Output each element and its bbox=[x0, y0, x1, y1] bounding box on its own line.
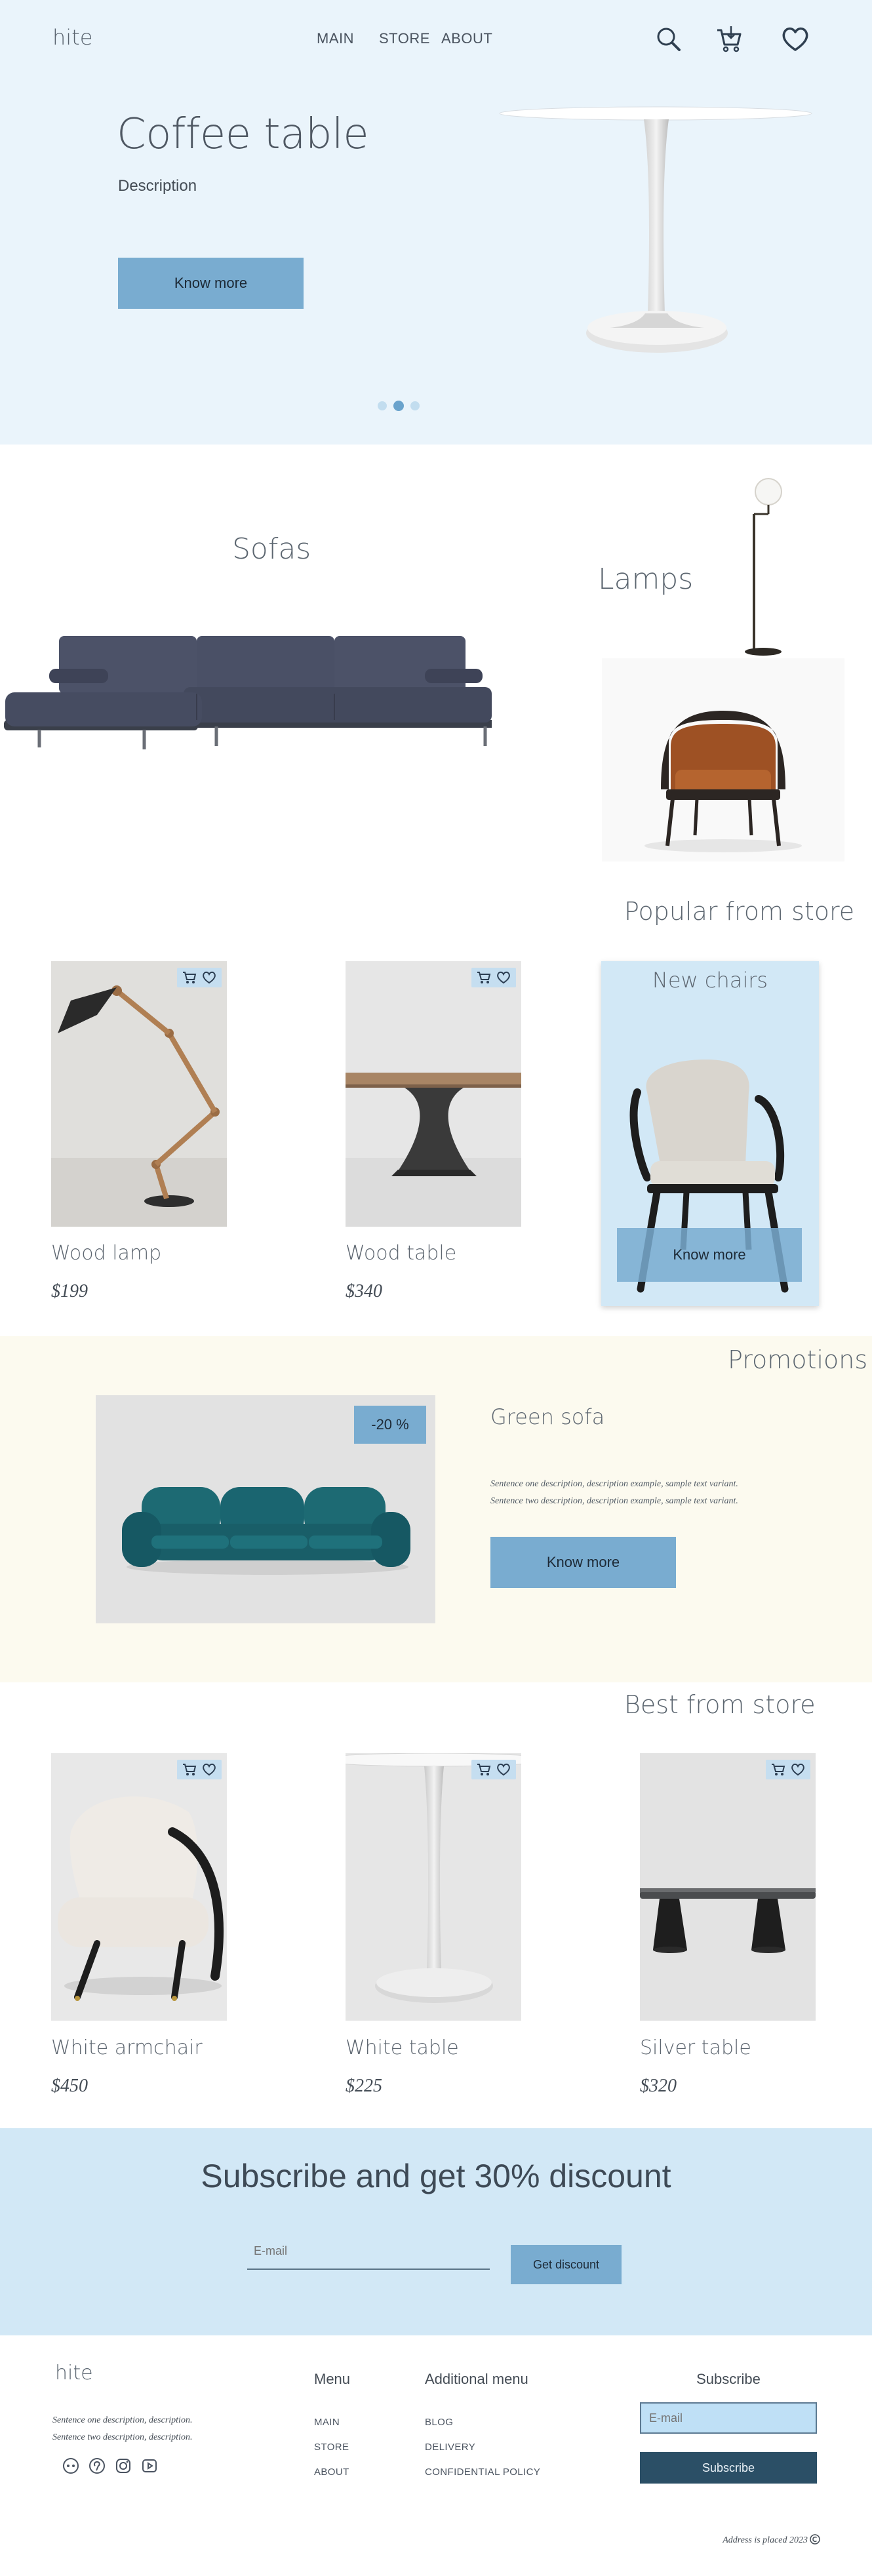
new-chairs-title: New chairs bbox=[652, 968, 768, 993]
hero-section: hite MAIN STORE ABOUT Coffee table Descr… bbox=[0, 0, 872, 445]
product-card-wood-table[interactable] bbox=[346, 961, 521, 1227]
sofa-image[interactable] bbox=[0, 622, 498, 753]
cart-icon[interactable] bbox=[715, 24, 743, 54]
heart-icon[interactable] bbox=[780, 25, 810, 54]
product-price-wood-lamp: $199 bbox=[51, 1281, 88, 1301]
hero-title: Coffee table bbox=[117, 110, 369, 159]
hero-subtitle: Description bbox=[118, 177, 197, 195]
slider-dot-2-active[interactable] bbox=[393, 401, 404, 411]
footer-address-text: Address is placed 2023 bbox=[723, 2535, 808, 2545]
discount-badge: -20 % bbox=[354, 1406, 426, 1444]
footer-menu-store[interactable]: STORE bbox=[314, 2442, 349, 2453]
footer-menu-main[interactable]: MAIN bbox=[314, 2417, 340, 2428]
best-section: Best from store White armchair $450 Whit… bbox=[0, 1682, 872, 2128]
footer-link-confidential-policy[interactable]: CONFIDENTIAL POLICY bbox=[425, 2467, 540, 2478]
product-price-white-table: $225 bbox=[346, 2076, 382, 2096]
promotions-heading: Promotions bbox=[728, 1345, 868, 1374]
promo-know-more-button[interactable]: Know more bbox=[490, 1537, 676, 1588]
slider-dot-3[interactable] bbox=[410, 401, 420, 410]
floor-lamp-image[interactable] bbox=[740, 477, 792, 661]
new-chairs-know-more-button[interactable]: Know more bbox=[617, 1228, 802, 1282]
footer-description-2: Sentence two description, description. bbox=[52, 2432, 193, 2442]
product-price-white-armchair: $450 bbox=[51, 2076, 88, 2096]
add-to-cart-icon[interactable] bbox=[476, 970, 492, 985]
footer-logo[interactable]: hite bbox=[55, 2362, 93, 2385]
footer: hite Sentence one description, descripti… bbox=[0, 2335, 872, 2576]
footer-menu-about[interactable]: ABOUT bbox=[314, 2467, 349, 2478]
favorite-icon[interactable] bbox=[790, 1762, 806, 1777]
product-name-wood-lamp[interactable]: Wood lamp bbox=[51, 1242, 161, 1265]
card-actions bbox=[177, 968, 222, 987]
product-price-wood-table: $340 bbox=[346, 1281, 382, 1301]
footer-menu-title: Menu bbox=[314, 2371, 351, 2387]
add-to-cart-icon[interactable] bbox=[476, 1762, 492, 1777]
hero-know-more-button[interactable]: Know more bbox=[118, 258, 304, 309]
card-actions bbox=[471, 1760, 516, 1779]
footer-subscribe-title: Subscribe bbox=[696, 2371, 761, 2387]
nav-link-store[interactable]: STORE bbox=[379, 30, 430, 47]
footer-address: Address is placed 2023 bbox=[723, 2533, 821, 2548]
footer-link-delivery[interactable]: DELIVERY bbox=[425, 2442, 475, 2453]
subscribe-section: Subscribe and get 30% discount Get disco… bbox=[0, 2128, 872, 2335]
favorite-icon[interactable] bbox=[496, 1762, 511, 1777]
subscribe-title: Subscribe and get 30% discount bbox=[201, 2158, 671, 2194]
get-discount-button[interactable]: Get discount bbox=[511, 2245, 622, 2284]
favorite-icon[interactable] bbox=[201, 970, 217, 985]
promo-description-line-2: Sentence two description, description ex… bbox=[490, 1496, 738, 1506]
social-circle-icon[interactable] bbox=[62, 2457, 79, 2477]
card-actions bbox=[177, 1760, 222, 1779]
promo-product-image[interactable]: -20 % bbox=[96, 1395, 435, 1623]
product-name-white-armchair[interactable]: White armchair bbox=[51, 2036, 203, 2059]
pinterest-icon[interactable] bbox=[89, 2457, 106, 2477]
card-actions bbox=[471, 968, 516, 987]
product-price-silver-table: $320 bbox=[640, 2076, 677, 2096]
nav-link-about[interactable]: ABOUT bbox=[441, 30, 492, 47]
add-to-cart-icon[interactable] bbox=[182, 1762, 197, 1777]
youtube-icon[interactable] bbox=[141, 2457, 158, 2477]
product-card-white-armchair[interactable] bbox=[51, 1753, 227, 2021]
footer-email-input[interactable] bbox=[640, 2402, 817, 2434]
footer-subscribe-button[interactable]: Subscribe bbox=[640, 2452, 817, 2484]
instagram-icon[interactable] bbox=[115, 2457, 132, 2477]
footer-additional-title: Additional menu bbox=[425, 2371, 528, 2387]
footer-description-1: Sentence one description, description. bbox=[52, 2415, 193, 2425]
search-icon[interactable] bbox=[654, 25, 683, 54]
nav-link-main[interactable]: MAIN bbox=[317, 30, 354, 47]
promotions-section: Promotions -20 % Green sofa Sentence one… bbox=[0, 1336, 872, 1682]
logo[interactable]: hite bbox=[52, 25, 92, 50]
product-card-silver-table[interactable] bbox=[640, 1753, 816, 2021]
slider-dots bbox=[378, 401, 420, 411]
promo-product-name[interactable]: Green sofa bbox=[490, 1404, 604, 1429]
category-sofas-title[interactable]: Sofas bbox=[232, 532, 311, 566]
product-card-wood-lamp[interactable] bbox=[51, 961, 227, 1227]
product-name-wood-table[interactable]: Wood table bbox=[346, 1242, 456, 1265]
product-name-white-table[interactable]: White table bbox=[346, 2036, 459, 2059]
categories-section: Sofas Lamps bbox=[0, 445, 872, 890]
popular-section: Popular from store Wood lamp $199 Wood t… bbox=[0, 890, 872, 1336]
favorite-icon[interactable] bbox=[201, 1762, 217, 1777]
category-lamps-title[interactable]: Lamps bbox=[598, 563, 693, 596]
footer-link-blog[interactable]: BLOG bbox=[425, 2417, 453, 2428]
hero-coffee-table-image bbox=[498, 105, 865, 367]
favorite-icon[interactable] bbox=[496, 970, 511, 985]
copyright-icon bbox=[809, 2533, 821, 2548]
subscribe-email-input[interactable] bbox=[247, 2233, 490, 2270]
product-card-white-table[interactable] bbox=[346, 1753, 521, 2021]
best-heading: Best from store bbox=[624, 1690, 816, 1719]
new-chairs-card[interactable]: New chairs Know more bbox=[601, 961, 819, 1306]
card-actions bbox=[766, 1760, 810, 1779]
slider-dot-1[interactable] bbox=[378, 401, 387, 410]
armchair-image[interactable] bbox=[602, 658, 844, 862]
product-name-silver-table[interactable]: Silver table bbox=[640, 2036, 751, 2059]
add-to-cart-icon[interactable] bbox=[770, 1762, 786, 1777]
promo-description-line-1: Sentence one description, description ex… bbox=[490, 1479, 738, 1489]
popular-heading: Popular from store bbox=[624, 897, 855, 926]
add-to-cart-icon[interactable] bbox=[182, 970, 197, 985]
social-icons bbox=[62, 2457, 158, 2477]
